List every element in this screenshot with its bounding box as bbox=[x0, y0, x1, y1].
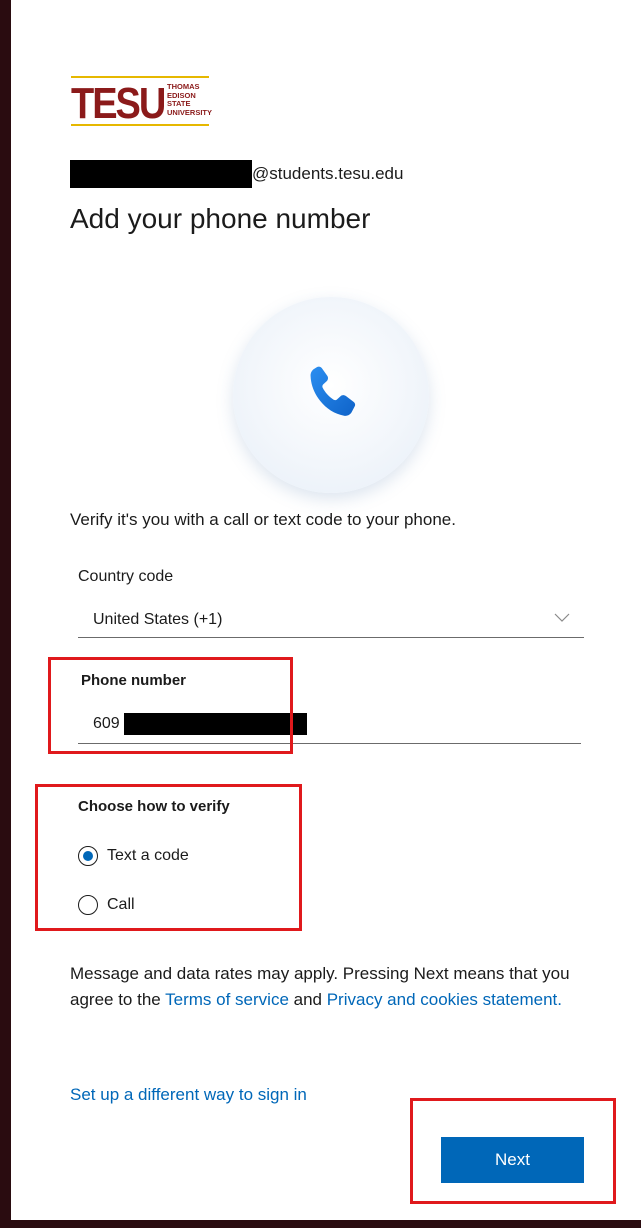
alternate-method-link[interactable]: Set up a different way to sign in bbox=[70, 1085, 307, 1105]
radio-label-call: Call bbox=[107, 896, 135, 913]
radio-button-unselected[interactable] bbox=[78, 895, 98, 915]
logo-bar-bottom bbox=[71, 124, 209, 126]
phone-number-value: 609 bbox=[93, 715, 120, 732]
phone-number-input[interactable]: 609 bbox=[78, 707, 581, 744]
email-redaction bbox=[70, 160, 252, 188]
privacy-link[interactable]: Privacy and cookies statement. bbox=[327, 990, 562, 1009]
country-code-value: United States (+1) bbox=[93, 611, 223, 628]
legal-text-and: and bbox=[288, 990, 327, 1009]
country-code-label: Country code bbox=[78, 568, 174, 585]
signin-card: TESU THOMAS EDISON STATE UNIVERSITY @stu… bbox=[0, 0, 641, 1220]
verify-method-label: Choose how to verify bbox=[78, 798, 230, 815]
email-suffix: @students.tesu.edu bbox=[252, 164, 404, 183]
radio-label-text: Text a code bbox=[107, 847, 189, 864]
phone-number-label: Phone number bbox=[81, 672, 187, 689]
logo-subtitle: THOMAS EDISON STATE UNIVERSITY bbox=[167, 82, 213, 117]
page-title: Add your phone number bbox=[70, 203, 371, 234]
logo-wordmark: TESU bbox=[71, 80, 166, 129]
phone-redaction bbox=[124, 713, 307, 735]
phone-illustration bbox=[233, 297, 429, 493]
logo-bar-top bbox=[71, 76, 209, 78]
radio-button-selected[interactable] bbox=[78, 846, 98, 866]
phone-icon bbox=[310, 366, 356, 416]
radio-option-text[interactable]: Text a code bbox=[78, 846, 189, 866]
legal-notice: Message and data rates may apply. Pressi… bbox=[70, 961, 590, 1013]
country-code-select[interactable]: United States (+1) bbox=[78, 605, 584, 638]
chevron-down-icon bbox=[554, 613, 570, 622]
radio-option-call[interactable]: Call bbox=[78, 895, 135, 915]
account-identifier: @students.tesu.edu bbox=[70, 160, 403, 188]
logo-subtitle-line: UNIVERSITY bbox=[167, 107, 213, 117]
page-description: Verify it's you with a call or text code… bbox=[70, 510, 456, 529]
tesu-logo: TESU THOMAS EDISON STATE UNIVERSITY bbox=[71, 70, 213, 130]
window-border-left bbox=[0, 0, 11, 1228]
terms-link[interactable]: Terms of service bbox=[165, 990, 289, 1009]
next-button[interactable]: Next bbox=[441, 1137, 584, 1183]
